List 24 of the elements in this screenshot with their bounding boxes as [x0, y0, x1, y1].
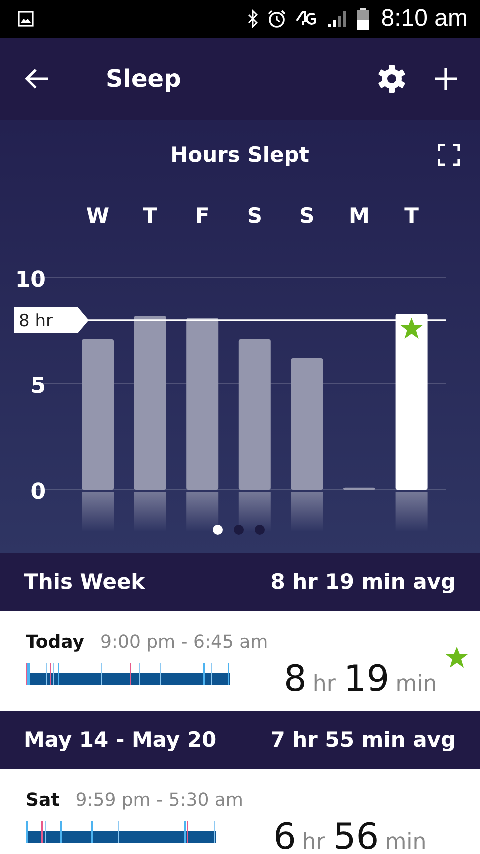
section-average: 7 hr 55 min avg — [270, 728, 456, 752]
screen-title: Sleep — [106, 65, 182, 93]
day-label: S — [247, 204, 262, 228]
day-name: Sat — [26, 790, 60, 810]
day-label: S — [300, 204, 315, 228]
status-time: 8:10 am — [381, 5, 468, 33]
section-average: 8 hr 19 min avg — [270, 570, 456, 594]
sleep-duration: 8 hr 19 min — [284, 658, 438, 700]
chart-title: Hours Slept — [170, 143, 310, 167]
day-name: Today — [26, 632, 84, 652]
day-label: M — [349, 204, 370, 228]
day-label: W — [86, 204, 110, 228]
y-tick-label: 0 — [30, 480, 46, 505]
y-tick-label: 5 — [30, 374, 46, 399]
section-title: May 14 - May 20 — [24, 728, 217, 752]
time-range: 9:59 pm - 5:30 am — [76, 790, 244, 810]
sleep-duration: 6 hr 56 min — [273, 816, 428, 854]
day-label: T — [404, 204, 419, 228]
time-range: 9:00 pm - 6:45 am — [100, 632, 268, 652]
day-label: T — [143, 204, 158, 228]
day-label: F — [195, 204, 210, 228]
y-tick-label: 10 — [15, 268, 46, 293]
goal-label: 8 hr — [19, 311, 53, 332]
section-title: This Week — [24, 570, 146, 594]
